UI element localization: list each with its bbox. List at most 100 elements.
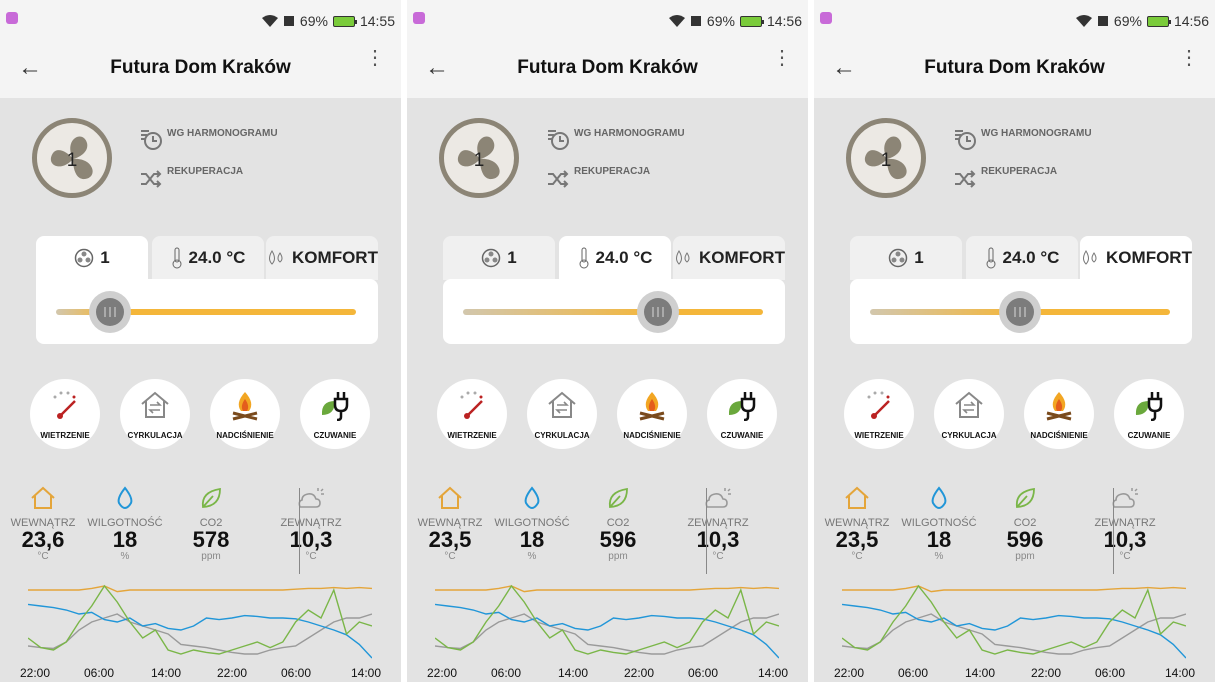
circulation-button[interactable]: CYRKULACJA: [527, 379, 597, 449]
metric-inside-temp-unit: °C: [444, 551, 456, 562]
water-drop-icon: [524, 486, 540, 510]
metric-outside-temp-value: 10,3: [696, 527, 740, 552]
gauge-icon: [53, 391, 76, 419]
time-tick-label: 14:00: [558, 666, 589, 680]
shuffle-arrows-icon: [141, 170, 162, 188]
metric-inside-temp-value: 23,5: [835, 527, 879, 552]
fan-status-icon[interactable]: 1: [32, 118, 112, 198]
tab-fan-speed-label: 1: [914, 248, 924, 267]
more-options-icon[interactable]: ⋮: [772, 48, 792, 68]
fan-small-icon: [482, 248, 501, 268]
tab-comfort[interactable]: KOMFORT: [1080, 236, 1192, 280]
time-tick-label: 14:00: [351, 666, 382, 680]
more-options-icon[interactable]: ⋮: [1179, 48, 1199, 68]
chart-time-axis: 22:00 06:00 14:00 22:00 06:00 14:00: [814, 666, 1215, 682]
metrics-divider: [299, 488, 300, 574]
battery-icon: [332, 15, 357, 27]
slider-thumb[interactable]: [637, 291, 679, 333]
standby-button[interactable]: CZUWANIE: [300, 379, 370, 449]
fan-status-icon[interactable]: 1: [439, 118, 519, 198]
water-drop-icon: [117, 486, 133, 510]
fan-small-icon: [75, 248, 94, 268]
mode-recuperation-label: REKUPERACJA: [981, 166, 1058, 177]
circulation-button[interactable]: CYRKULACJA: [120, 379, 190, 449]
metric-outside-temp-value: 10,3: [1103, 527, 1147, 552]
thermometer-icon: [579, 247, 589, 269]
metric-inside-temp: WEWNĄTRZ 23,5 °C: [407, 486, 495, 562]
metric-humidity-unit: %: [527, 551, 537, 562]
series-line-outside: [435, 613, 779, 655]
tab-temperature-label: 24.0 °C: [595, 248, 653, 267]
tab-temperature[interactable]: 24.0 °C: [152, 236, 264, 280]
mode-schedule-label: WG HARMONOGRAMU: [167, 128, 278, 139]
house-circulation-icon: [141, 391, 169, 418]
overpressure-button-label: NADCIŚNIENIE: [1030, 431, 1088, 440]
tab-temperature[interactable]: 24.0 °C: [559, 236, 671, 280]
notification-app-icon: [413, 12, 425, 24]
slider-thumb[interactable]: [89, 291, 131, 333]
circulation-button-label: CYRKULACJA: [127, 431, 183, 440]
tab-fan-speed[interactable]: 1: [443, 236, 555, 280]
metric-co2-unit: ppm: [201, 551, 221, 562]
metric-inside-temp-unit: °C: [37, 551, 49, 562]
gauge-icon: [460, 391, 483, 419]
mode-schedule-label: WG HARMONOGRAMU: [574, 128, 685, 139]
chart-time-axis: 22:00 06:00 14:00 22:00 06:00 14:00: [407, 666, 808, 682]
metric-co2: CO2 596 ppm: [573, 486, 663, 562]
series-line-co2: [435, 584, 779, 655]
clock: 14:56: [766, 13, 802, 29]
battery-icon: [739, 15, 764, 27]
fire-icon: [639, 392, 665, 421]
tab-fan-speed[interactable]: 1: [36, 236, 148, 280]
metric-humidity: WILGOTNOŚĆ 18 %: [894, 486, 984, 562]
tab-fan-speed-label: 1: [100, 248, 110, 267]
slider-track[interactable]: [463, 309, 763, 315]
house-icon: [31, 486, 55, 509]
wifi-icon: [668, 15, 685, 27]
battery-icon: [1146, 15, 1171, 27]
slider-thumb[interactable]: [999, 291, 1041, 333]
tab-comfort-label: KOMFORT: [292, 248, 378, 267]
series-line-inside: [435, 585, 779, 593]
airing-button[interactable]: WIETRZENIE: [844, 379, 914, 449]
metric-humidity-value: 18: [112, 527, 138, 552]
phone-screen: 69% 14:55 ← Futura Dom Kraków ⋮ 1 WG HAR…: [0, 0, 401, 682]
history-chart[interactable]: [435, 582, 779, 662]
standby-button-label: CZUWANIE: [720, 431, 764, 440]
tab-fan-speed[interactable]: 1: [850, 236, 962, 280]
sim-icon: [1097, 16, 1108, 26]
history-chart[interactable]: [28, 582, 372, 662]
overpressure-button[interactable]: NADCIŚNIENIE: [1024, 379, 1094, 449]
battery-percent: 69%: [299, 13, 328, 29]
airing-button[interactable]: WIETRZENIE: [30, 379, 100, 449]
airing-button-label: WIETRZENIE: [854, 431, 904, 440]
wifi-icon: [261, 15, 278, 27]
status-bar: 69% 14:55: [0, 0, 401, 38]
circulation-button[interactable]: CYRKULACJA: [934, 379, 1004, 449]
more-options-icon[interactable]: ⋮: [365, 48, 385, 68]
notification-app-icon: [820, 12, 832, 24]
tab-comfort[interactable]: KOMFORT: [673, 236, 785, 280]
fan-status-icon[interactable]: 1: [846, 118, 926, 198]
time-tick-label: 22:00: [834, 666, 865, 680]
standby-button[interactable]: CZUWANIE: [1114, 379, 1184, 449]
sun-cloud-icon: [705, 488, 731, 508]
tab-comfort[interactable]: KOMFORT: [266, 236, 378, 280]
airing-button[interactable]: WIETRZENIE: [437, 379, 507, 449]
plug-leaf-icon: [728, 392, 756, 421]
overpressure-button[interactable]: NADCIŚNIENIE: [617, 379, 687, 449]
standby-button-label: CZUWANIE: [313, 431, 357, 440]
page-title: Futura Dom Kraków: [110, 57, 291, 78]
metrics-divider: [1113, 488, 1114, 574]
time-tick-label: 14:00: [758, 666, 789, 680]
history-chart[interactable]: [842, 582, 1186, 662]
time-tick-label: 22:00: [1031, 666, 1062, 680]
standby-button[interactable]: CZUWANIE: [707, 379, 777, 449]
circulation-button-label: CYRKULACJA: [941, 431, 997, 440]
shuffle-arrows-icon: [548, 170, 569, 188]
tab-temperature[interactable]: 24.0 °C: [966, 236, 1078, 280]
metric-outside-temp: ZEWNĄTRZ 10,3 °C: [673, 486, 763, 562]
metric-co2-unit: ppm: [1015, 551, 1035, 562]
overpressure-button[interactable]: NADCIŚNIENIE: [210, 379, 280, 449]
time-tick-label: 14:00: [1165, 666, 1196, 680]
